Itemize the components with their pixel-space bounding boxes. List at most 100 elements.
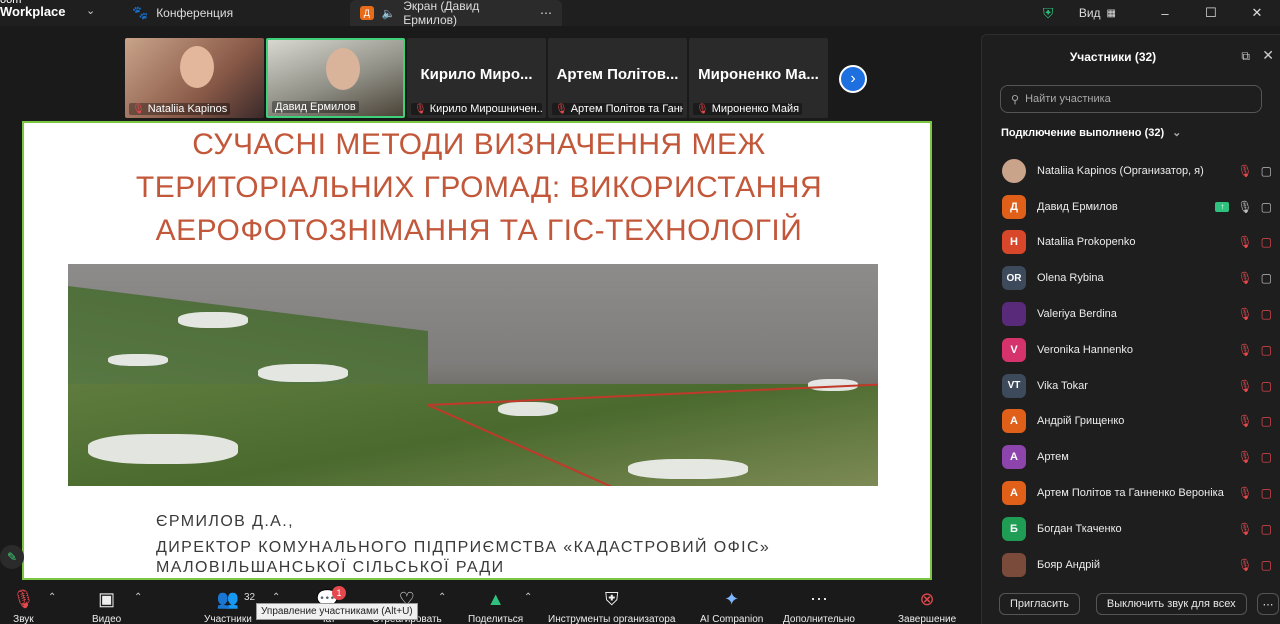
slide-author-line1: ДИРЕКТОР КОМУНАЛЬНОГО ПІДПРИЄМСТВА «КАДА… <box>156 539 771 556</box>
video-camera-icon[interactable]: ▢ <box>1261 271 1272 285</box>
participant-controls: 🎙 ▢ <box>1237 343 1272 357</box>
video-off-icon[interactable]: ▢ <box>1261 343 1272 357</box>
avatar <box>1002 552 1026 577</box>
video-off-icon[interactable]: ▢ <box>1261 450 1272 464</box>
thumbnail-myronenko[interactable]: Мироненко Ма... 🎙 Мироненко Майя <box>689 38 828 118</box>
invite-button[interactable]: Пригласить <box>999 593 1080 615</box>
list-item[interactable]: Valeriya Berdina 🎙 ▢ <box>1002 296 1272 332</box>
popout-icon[interactable]: ⧉ <box>1241 49 1250 64</box>
video-camera-icon[interactable]: ▢ <box>1261 164 1272 178</box>
mute-all-button[interactable]: Выключить звук для всех <box>1095 593 1247 615</box>
slide-title: СУЧАСНІ МЕТОДИ ВИЗНАЧЕННЯ МЕЖ ТЕРИТОРІАЛ… <box>24 123 930 252</box>
tab-conference[interactable]: 🐾 Конференция <box>122 0 243 26</box>
video-off-icon[interactable]: ▢ <box>1261 307 1272 321</box>
end-meeting-button[interactable]: ⊗ Завершение <box>898 588 956 624</box>
chevron-up-icon[interactable]: ⌃ <box>272 592 280 603</box>
host-tools-button[interactable]: ⛨ Инструменты организатора <box>548 588 675 624</box>
chevron-up-icon[interactable]: ⌃ <box>134 592 142 603</box>
avatar: Н <box>1002 230 1026 255</box>
mic-muted-icon[interactable]: 🎙 <box>1237 414 1252 428</box>
participant-controls: ↑ 🎙 ▢ <box>1215 200 1272 214</box>
video-off-icon[interactable]: ▢ <box>1261 558 1272 572</box>
more-options-button[interactable]: ⋯ <box>1257 593 1279 615</box>
thumbnail-kyrylo[interactable]: Кирило Миро... 🎙 Кирило Мирошничен... <box>407 38 546 118</box>
list-item[interactable]: V Veronika Hannenko 🎙 ▢ <box>1002 332 1272 368</box>
end-call-icon: ⊗ <box>919 589 935 609</box>
mic-muted-icon[interactable]: 🎙 <box>1237 379 1252 393</box>
participant-name: Nataliia Prokopenko <box>1037 236 1136 249</box>
thumbnail-big-name: Кирило Миро... <box>420 66 533 83</box>
mic-muted-icon[interactable]: 🎙 <box>1237 271 1252 285</box>
thumbnail-artem-politov[interactable]: Артем Політов... 🎙 Артем Політов та Ганн… <box>548 38 687 118</box>
view-button[interactable]: Вид ▦ <box>1079 6 1116 20</box>
mic-muted-icon[interactable]: 🎙 <box>1237 307 1252 321</box>
chevron-up-icon[interactable]: ⌃ <box>438 592 446 603</box>
slide-title-line: ТЕРИТОРІАЛЬНИХ ГРОМАД: ВИКОРИСТАННЯ <box>135 171 823 204</box>
mic-muted-icon[interactable]: 🎙 <box>1237 343 1252 357</box>
video-button[interactable]: ▣ Видео <box>92 588 121 624</box>
titlebar-controls: ⛨ Вид ▦ – ☐ ✕ <box>1043 0 1280 26</box>
video-off-icon[interactable]: ▢ <box>1261 522 1272 536</box>
list-item[interactable]: Д Давид Ермилов ↑ 🎙 ▢ <box>1002 189 1272 225</box>
chevron-up-icon[interactable]: ⌃ <box>48 592 56 603</box>
mic-icon[interactable]: 🎙 <box>1237 200 1252 214</box>
more-label: Дополнительно <box>783 614 855 624</box>
list-item[interactable]: Б Богдан Ткаченко 🎙 ▢ <box>1002 511 1272 547</box>
connected-group-header[interactable]: Подключение выполнено (32) ⌄ <box>1001 126 1181 140</box>
participant-controls: 🎙 ▢ <box>1237 307 1272 321</box>
thumbnail-name: 🎙 Nataliia Kapinos <box>129 103 231 115</box>
photo-snow <box>88 434 238 464</box>
mic-muted-icon[interactable]: 🎙 <box>1237 164 1252 178</box>
thumbnail-nataliia-kapinos[interactable]: 🎙 Nataliia Kapinos <box>125 38 264 118</box>
mic-muted-icon[interactable]: 🎙 <box>1237 558 1252 572</box>
maximize-button[interactable]: ☐ <box>1188 5 1234 21</box>
ai-companion-button[interactable]: ✦ AI Companion <box>700 588 763 624</box>
list-item[interactable]: Nataliia Kapinos (Организатор, я) 🎙 ▢ <box>1002 153 1272 189</box>
video-off-icon[interactable]: ▢ <box>1261 486 1272 500</box>
video-off-icon[interactable]: ▢ <box>1261 379 1272 393</box>
mic-muted-icon[interactable]: 🎙 <box>1237 450 1252 464</box>
thumbnail-name-text: Давид Ермилов <box>275 101 356 113</box>
close-button[interactable]: ✕ <box>1234 5 1280 21</box>
more-circle-icon[interactable]: ⋯ <box>540 6 552 20</box>
thumbnail-big-name: Мироненко Ма... <box>698 66 819 83</box>
mic-muted-icon[interactable]: 🎙 <box>1237 486 1252 500</box>
participant-name: Olena Rybina <box>1037 272 1104 285</box>
audio-button[interactable]: 🎙 Звук <box>12 588 35 624</box>
close-icon[interactable]: ✕ <box>1262 47 1274 64</box>
share-screen-button[interactable]: ▲ Поделиться <box>468 588 523 624</box>
mic-muted-icon: 🎙 <box>12 589 35 609</box>
group-label: Подключение выполнено (32) <box>1001 126 1165 139</box>
list-item[interactable]: А Андрій Грищенко 🎙 ▢ <box>1002 404 1272 440</box>
participant-name: Богдан Ткаченко <box>1037 522 1122 535</box>
participant-name: Андрій Грищенко <box>1037 415 1125 428</box>
next-page-arrow-icon[interactable]: › <box>839 65 867 93</box>
mic-muted-icon[interactable]: 🎙 <box>1237 235 1252 249</box>
search-icon: ⚲ <box>1011 93 1020 106</box>
more-button[interactable]: ⋯ Дополнительно <box>783 588 855 624</box>
thumbnail-name-text: Кирило Мирошничен... <box>429 103 542 115</box>
mic-muted-icon[interactable]: 🎙 <box>1237 522 1252 536</box>
meeting-toolbar: 🎙 Звук ⌃ ▣ Видео ⌃ 👥 Участники 32 ⌃ 💬 Ча… <box>0 580 974 624</box>
thumbnail-david-ermilov[interactable]: Давид Ермилов <box>266 38 405 118</box>
list-item[interactable]: А Артем 🎙 ▢ <box>1002 439 1272 475</box>
chevron-down-icon[interactable]: ⌄ <box>86 4 95 17</box>
video-off-icon[interactable]: ▢ <box>1261 414 1272 428</box>
photo-snow <box>178 312 248 328</box>
annotate-pen-icon[interactable]: ✎ <box>0 545 24 569</box>
list-item[interactable]: OR Olena Rybina 🎙 ▢ <box>1002 260 1272 296</box>
video-off-icon[interactable]: ▢ <box>1261 235 1272 249</box>
participant-search-input[interactable]: ⚲ Найти участника <box>1000 85 1262 113</box>
shared-screen-slide: СУЧАСНІ МЕТОДИ ВИЗНАЧЕННЯ МЕЖ ТЕРИТОРІАЛ… <box>22 121 932 580</box>
video-camera-icon[interactable]: ▢ <box>1261 200 1272 214</box>
list-item[interactable]: VT Vika Tokar 🎙 ▢ <box>1002 368 1272 404</box>
chevron-up-icon[interactable]: ⌃ <box>524 592 532 603</box>
list-item[interactable]: А Артем Політов та Ганненко Вероніка 🎙 ▢ <box>1002 475 1272 511</box>
tab-screen-share[interactable]: Д 🔈 Экран (Давид Ермилов) ⋯ <box>350 0 562 27</box>
minimize-button[interactable]: – <box>1142 6 1188 21</box>
participant-controls: 🎙 ▢ <box>1237 522 1272 536</box>
participant-name: Valeriya Berdina <box>1037 308 1117 321</box>
security-shield-icon[interactable]: ⛨ <box>1043 5 1059 21</box>
list-item[interactable]: Бояр Андрій 🎙 ▢ <box>1002 547 1272 583</box>
list-item[interactable]: Н Nataliia Prokopenko 🎙 ▢ <box>1002 225 1272 261</box>
